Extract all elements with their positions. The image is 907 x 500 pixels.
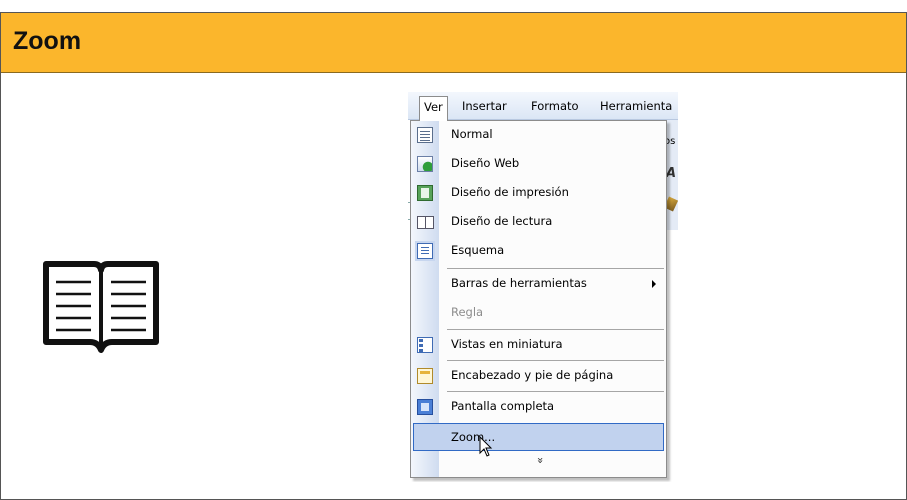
menu-item-label: Encabezado y pie de página	[451, 368, 614, 382]
menu-item-label: Pantalla completa	[451, 399, 555, 413]
menu-item-label: Diseño de impresión	[451, 185, 569, 199]
full-screen-icon	[417, 399, 433, 415]
menu-separator	[447, 329, 664, 330]
menu-item-label: Vistas en miniatura	[451, 337, 563, 351]
menu-formato[interactable]: Formato	[531, 99, 579, 113]
menu-item-label: Regla	[451, 305, 484, 319]
ver-dropdown-menu: Normal Diseño Web Diseño de impresión Di…	[410, 120, 667, 478]
menu-item-vistas-miniatura[interactable]: Vistas en miniatura	[411, 331, 666, 359]
menu-screenshot: Ver Insertar Formato Herramienta os A No…	[408, 92, 678, 482]
menu-item-normal[interactable]: Normal	[411, 121, 666, 149]
web-layout-icon	[417, 156, 433, 172]
menu-item-label: Barras de herramientas	[451, 276, 587, 290]
submenu-arrow-icon	[652, 280, 656, 288]
menu-item-regla[interactable]: Regla	[411, 299, 666, 327]
menu-item-esquema[interactable]: Esquema	[411, 237, 666, 265]
menu-bar: Ver Insertar Formato Herramienta	[408, 92, 678, 121]
mouse-cursor-icon	[479, 436, 493, 457]
thumbnails-icon	[417, 337, 433, 353]
menu-herramientas[interactable]: Herramienta	[600, 99, 672, 113]
menu-separator	[447, 268, 664, 269]
page-title: Zoom	[13, 27, 82, 55]
menu-item-diseno-impresion[interactable]: Diseño de impresión	[411, 179, 666, 207]
outline-view-icon	[417, 243, 433, 259]
print-layout-icon	[417, 185, 433, 201]
header-footer-icon	[417, 368, 433, 384]
menu-item-diseno-lectura[interactable]: Diseño de lectura	[411, 208, 666, 236]
menu-item-barras-herramientas[interactable]: Barras de herramientas	[411, 270, 666, 298]
menu-item-label: Diseño Web	[451, 156, 520, 170]
menu-item-label: Normal	[451, 127, 493, 141]
slide-header: Zoom	[1, 13, 906, 73]
menu-item-pantalla-completa[interactable]: Pantalla completa	[411, 393, 666, 421]
menu-insertar[interactable]: Insertar	[462, 99, 507, 113]
normal-view-icon	[417, 127, 433, 143]
menu-item-diseno-web[interactable]: Diseño Web	[411, 150, 666, 178]
menu-item-encabezado-pie[interactable]: Encabezado y pie de página	[411, 362, 666, 390]
open-book-icon	[43, 261, 159, 353]
reading-layout-icon	[417, 214, 434, 230]
expand-menu-chevron-icon[interactable]: »	[534, 457, 547, 464]
menu-separator	[447, 391, 664, 392]
menu-separator	[447, 360, 664, 361]
menu-item-label: Esquema	[451, 243, 505, 257]
background-font-fragment: A	[666, 166, 677, 181]
menu-item-zoom[interactable]: Zoom...	[413, 423, 664, 451]
menu-item-label: Diseño de lectura	[451, 214, 553, 228]
menu-ver[interactable]: Ver	[419, 96, 448, 121]
